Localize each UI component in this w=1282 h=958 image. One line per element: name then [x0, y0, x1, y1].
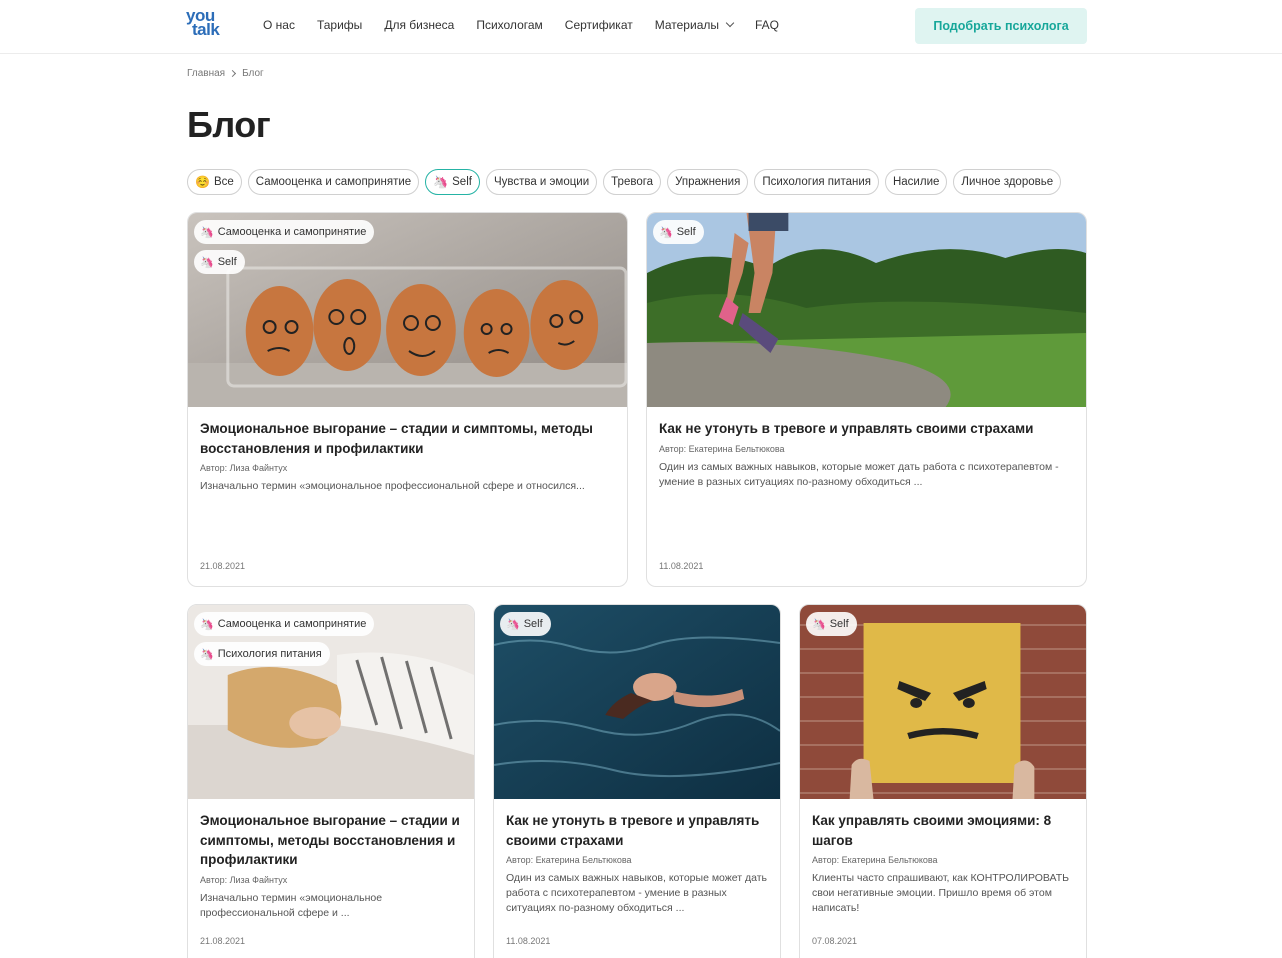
runner-on-path-image [647, 213, 1086, 407]
card-title[interactable]: Как не утонуть в тревоге и управлять сво… [659, 419, 1074, 439]
unicorn-icon: 🦄 [200, 256, 214, 269]
filter-violence[interactable]: Насилие [884, 169, 948, 195]
nav-materials[interactable]: Материалы [654, 17, 735, 33]
chevron-down-icon [725, 18, 735, 28]
tag-label: Self [217, 256, 237, 268]
card-excerpt: Изначально термин «эмоциональное професс… [200, 891, 383, 919]
smile-emoji-icon: ☺️ [195, 175, 210, 189]
filter-self-esteem[interactable]: Самооценка и самопринятие [247, 169, 420, 195]
filter-exercises[interactable]: Упражнения [667, 169, 749, 195]
page-title: Блог [187, 104, 271, 145]
tag-label: Self [676, 226, 696, 238]
filter-anxiety[interactable]: Тревога [603, 169, 662, 195]
card-title[interactable]: Как управлять своими эмоциями: 8 шагов [812, 811, 1074, 850]
filter-food-psychology[interactable]: Психология питания [754, 169, 879, 195]
filter-self[interactable]: 🦄 Self [425, 169, 480, 195]
unicorn-icon: 🦄 [659, 226, 673, 239]
card-tag[interactable]: 🦄 Психология питания [194, 642, 330, 666]
tag-label: Самооценка и самопринятие [217, 618, 367, 630]
site-header: you talk О нас Тарифы Для бизнеса Психол… [0, 0, 1282, 54]
article-card[interactable]: 🦄 Self Как управлять своими эмоциями: 8 ш… [799, 604, 1087, 958]
find-psychologist-button[interactable]: Подобрать психолога [915, 8, 1087, 44]
card-tag[interactable]: 🦄 Самооценка и самопринятие [194, 220, 375, 244]
card-title[interactable]: Эмоциональное выгорание – стадии и симпт… [200, 811, 462, 870]
filter-feelings[interactable]: Чувства и эмоции [485, 169, 598, 195]
category-filters: ☺️ Все Самооценка и самопринятие 🦄 Self Чу… [187, 169, 1067, 195]
card-date: 11.08.2021 [659, 561, 704, 571]
article-card[interactable]: 🦄 Самооценка и самопринятие 🦄 Психология п… [187, 604, 475, 958]
tag-label: Психология питания [217, 648, 322, 660]
nav-for-psychologists[interactable]: Психологам [476, 17, 542, 33]
card-tag[interactable]: 🦄 Self [806, 612, 857, 636]
card-date: 11.08.2021 [506, 936, 551, 946]
nav-business[interactable]: Для бизнеса [384, 17, 454, 33]
filter-all[interactable]: ☺️ Все [187, 169, 242, 195]
breadcrumb: Главная Блог [187, 68, 264, 79]
nav-tariffs[interactable]: Тарифы [317, 17, 362, 33]
card-author: Автор: Екатерина Бельтюкова [506, 855, 632, 865]
tag-label: Self [829, 618, 849, 630]
card-excerpt: Изначально термин «эмоциональное професс… [200, 480, 585, 492]
article-card[interactable]: 🦄 Самооценка и самопринятие 🦄 Self Эмоцион… [187, 212, 628, 587]
card-title[interactable]: Как не утонуть в тревоге и управлять сво… [506, 811, 768, 850]
breadcrumb-home[interactable]: Главная [187, 68, 225, 79]
card-date: 07.08.2021 [812, 936, 858, 946]
main-nav: О нас Тарифы Для бизнеса Психологам Серт… [263, 17, 801, 33]
youtalk-logo[interactable]: you talk [186, 7, 228, 43]
card-title[interactable]: Эмоциональное выгорание – стадии и симпт… [200, 419, 615, 458]
card-tag[interactable]: 🦄 Самооценка и самопринятие [194, 612, 375, 636]
breadcrumb-current: Блог [242, 68, 264, 79]
card-tag[interactable]: 🦄 Self [500, 612, 551, 636]
unicorn-icon: 🦄 [433, 175, 449, 189]
unicorn-icon: 🦄 [200, 226, 214, 239]
article-card[interactable]: 🦄 Self Как не утонуть в тревоге и управля… [646, 212, 1087, 587]
filter-health[interactable]: Личное здоровье [953, 169, 1062, 195]
filter-label: Self [452, 176, 472, 188]
unicorn-icon: 🦄 [200, 618, 214, 631]
card-date: 21.08.2021 [200, 561, 246, 571]
nav-certificate[interactable]: Сертификат [565, 17, 633, 33]
filter-label: Все [213, 176, 234, 188]
card-author: Автор: Екатерина Бельтюкова [659, 443, 785, 454]
card-author: Автор: Екатерина Бельтюкова [812, 855, 938, 865]
logo-line-2: talk [192, 20, 220, 39]
card-author: Автор: Лиза Файнтух [200, 463, 288, 473]
card-tag[interactable]: 🦄 Self [653, 220, 704, 244]
card-author: Автор: Лиза Файнтух [200, 874, 288, 885]
card-date: 21.08.2021 [200, 936, 246, 946]
card-excerpt: Один из самых важных навыков, которые мо… [506, 872, 768, 914]
unicorn-icon: 🦄 [200, 648, 214, 661]
card-excerpt: Один из самых важных навыков, которые мо… [659, 460, 1059, 488]
unicorn-icon: 🦄 [506, 618, 520, 631]
nav-about[interactable]: О нас [263, 17, 295, 33]
unicorn-icon: 🦄 [812, 618, 826, 631]
chevron-right-icon [229, 69, 237, 78]
card-excerpt: Клиенты часто спрашивают, как КОНТРОЛИРО… [812, 872, 1070, 914]
card-tag[interactable]: 🦄 Self [194, 250, 245, 274]
article-card[interactable]: 🦄 Self Как не утонуть в тревоге и управля… [493, 604, 781, 958]
nav-materials-label: Материалы [654, 18, 719, 32]
nav-faq[interactable]: FAQ [755, 17, 779, 33]
tag-label: Self [523, 618, 543, 630]
tag-label: Самооценка и самопринятие [217, 226, 367, 238]
